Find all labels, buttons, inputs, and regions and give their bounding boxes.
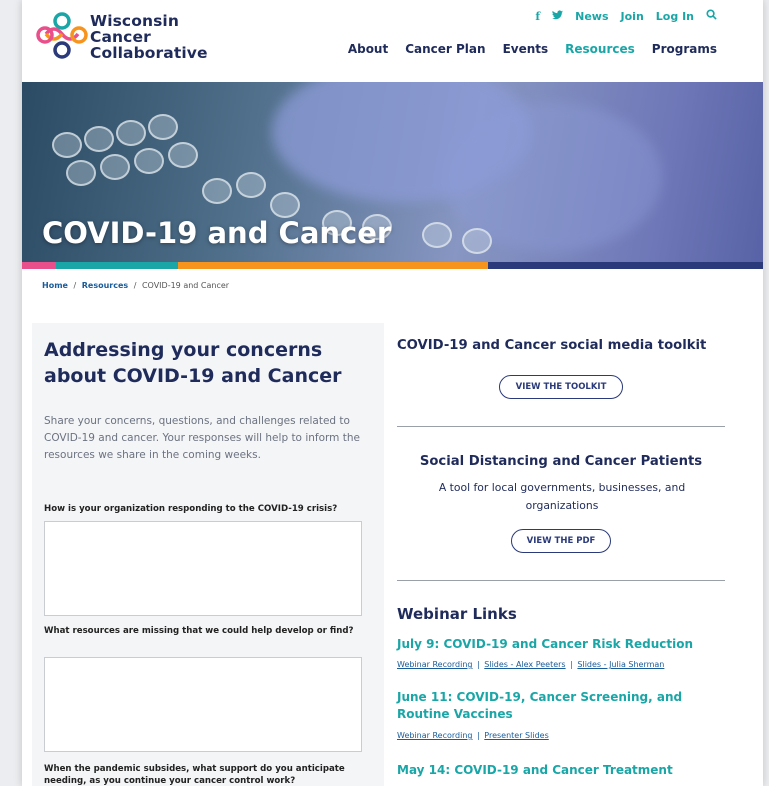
- link-separator: |: [570, 660, 573, 669]
- hero-tube: [270, 192, 300, 218]
- form-intro: Share your concerns, questions, and chal…: [44, 415, 360, 461]
- webinar-link[interactable]: Presenter Slides: [484, 731, 548, 740]
- question-1-textarea[interactable]: [44, 521, 362, 616]
- hero-tube: [462, 228, 492, 254]
- utility-nav: f News Join Log In: [535, 9, 717, 23]
- webinar-link[interactable]: Slides - Alex Peeters: [484, 660, 565, 669]
- distancing-heading: Social Distancing and Cancer Patients: [419, 454, 703, 469]
- hero-tube: [84, 126, 114, 152]
- hero-tube: [134, 148, 164, 174]
- question-2-label: What resources are missing that we could…: [44, 626, 354, 636]
- divider: [397, 426, 725, 427]
- facebook-icon[interactable]: f: [535, 10, 540, 23]
- webinar-links: Webinar Recording | Slides - Alex Peeter…: [397, 660, 664, 669]
- page: Wisconsin Cancer Collaborative f News Jo…: [22, 0, 763, 786]
- hero-tube: [236, 172, 266, 198]
- webinar-links: Webinar Recording | Presenter Slides: [397, 731, 549, 740]
- main-nav: About Cancer Plan Events Resources Progr…: [348, 42, 717, 56]
- webinar-title[interactable]: May 14: COVID-19 and Cancer Treatment: [397, 763, 673, 777]
- breadcrumb-current: COVID-19 and Cancer: [141, 281, 230, 290]
- nav-programs[interactable]: Programs: [652, 42, 717, 56]
- question-1-label: How is your organization responding to t…: [44, 504, 338, 514]
- hero-tube: [52, 132, 82, 158]
- view-pdf-button[interactable]: VIEW THE PDF: [511, 529, 611, 553]
- stripe-teal: [56, 262, 178, 269]
- nav-about[interactable]: About: [348, 42, 388, 56]
- distancing-description: A tool for local governments, businesses…: [438, 481, 686, 512]
- stripe-pink: [22, 262, 56, 269]
- webinar-title[interactable]: July 9: COVID-19 and Cancer Risk Reducti…: [397, 637, 693, 651]
- view-toolkit-button[interactable]: VIEW THE TOOLKIT: [499, 375, 623, 399]
- hero-banner: COVID-19 and Cancer: [22, 82, 763, 262]
- breadcrumb-home[interactable]: Home: [42, 281, 68, 290]
- login-link[interactable]: Log In: [656, 10, 694, 23]
- logo-text: Wisconsin Cancer Collaborative: [90, 13, 208, 61]
- hero-tube: [422, 222, 452, 248]
- hero-tube: [100, 154, 130, 180]
- webinar-title[interactable]: June 11: COVID-19, Cancer Screening, and…: [397, 689, 727, 723]
- twitter-icon[interactable]: [552, 9, 564, 23]
- breadcrumb-resources[interactable]: Resources: [82, 281, 128, 290]
- news-link[interactable]: News: [575, 10, 608, 23]
- logo-line-3: Collaborative: [90, 44, 208, 62]
- divider: [397, 580, 725, 581]
- breadcrumb-separator: /: [133, 281, 137, 290]
- breadcrumb: Home / Resources / COVID-19 and Cancer: [42, 281, 229, 290]
- question-3-label: When the pandemic subsides, what support…: [44, 764, 345, 786]
- stripe-navy: [488, 262, 763, 269]
- logo-mark-icon: [36, 12, 88, 59]
- hero-tube: [202, 178, 232, 204]
- webinar-link[interactable]: Webinar Recording: [397, 660, 472, 669]
- nav-resources[interactable]: Resources: [565, 42, 635, 56]
- hero-tube: [148, 114, 178, 140]
- toolkit-heading: COVID-19 and Cancer social media toolkit: [397, 338, 707, 353]
- link-separator: |: [477, 660, 480, 669]
- link-separator: |: [477, 731, 480, 740]
- logo-line-1: Wisconsin: [90, 12, 179, 30]
- question-2-textarea[interactable]: [44, 657, 362, 752]
- hero-tube: [66, 160, 96, 186]
- search-icon[interactable]: [706, 9, 717, 23]
- breadcrumb-separator: /: [73, 281, 77, 290]
- nav-events[interactable]: Events: [503, 42, 549, 56]
- site-logo[interactable]: Wisconsin Cancer Collaborative: [36, 10, 208, 68]
- webinar-heading: Webinar Links: [397, 605, 517, 623]
- concerns-form: Addressing your concerns about COVID-19 …: [32, 323, 384, 786]
- logo-line-2: Cancer: [90, 28, 151, 46]
- page-title: COVID-19 and Cancer: [42, 216, 392, 250]
- webinar-link[interactable]: Slides - Julia Sherman: [577, 660, 664, 669]
- webinar-link[interactable]: Webinar Recording: [397, 731, 472, 740]
- hero-tube: [168, 142, 198, 168]
- hero-tube: [116, 120, 146, 146]
- form-title: Addressing your concerns about COVID-19 …: [44, 339, 342, 387]
- stripe-orange: [178, 262, 488, 269]
- join-link[interactable]: Join: [621, 10, 644, 23]
- nav-cancer-plan[interactable]: Cancer Plan: [405, 42, 485, 56]
